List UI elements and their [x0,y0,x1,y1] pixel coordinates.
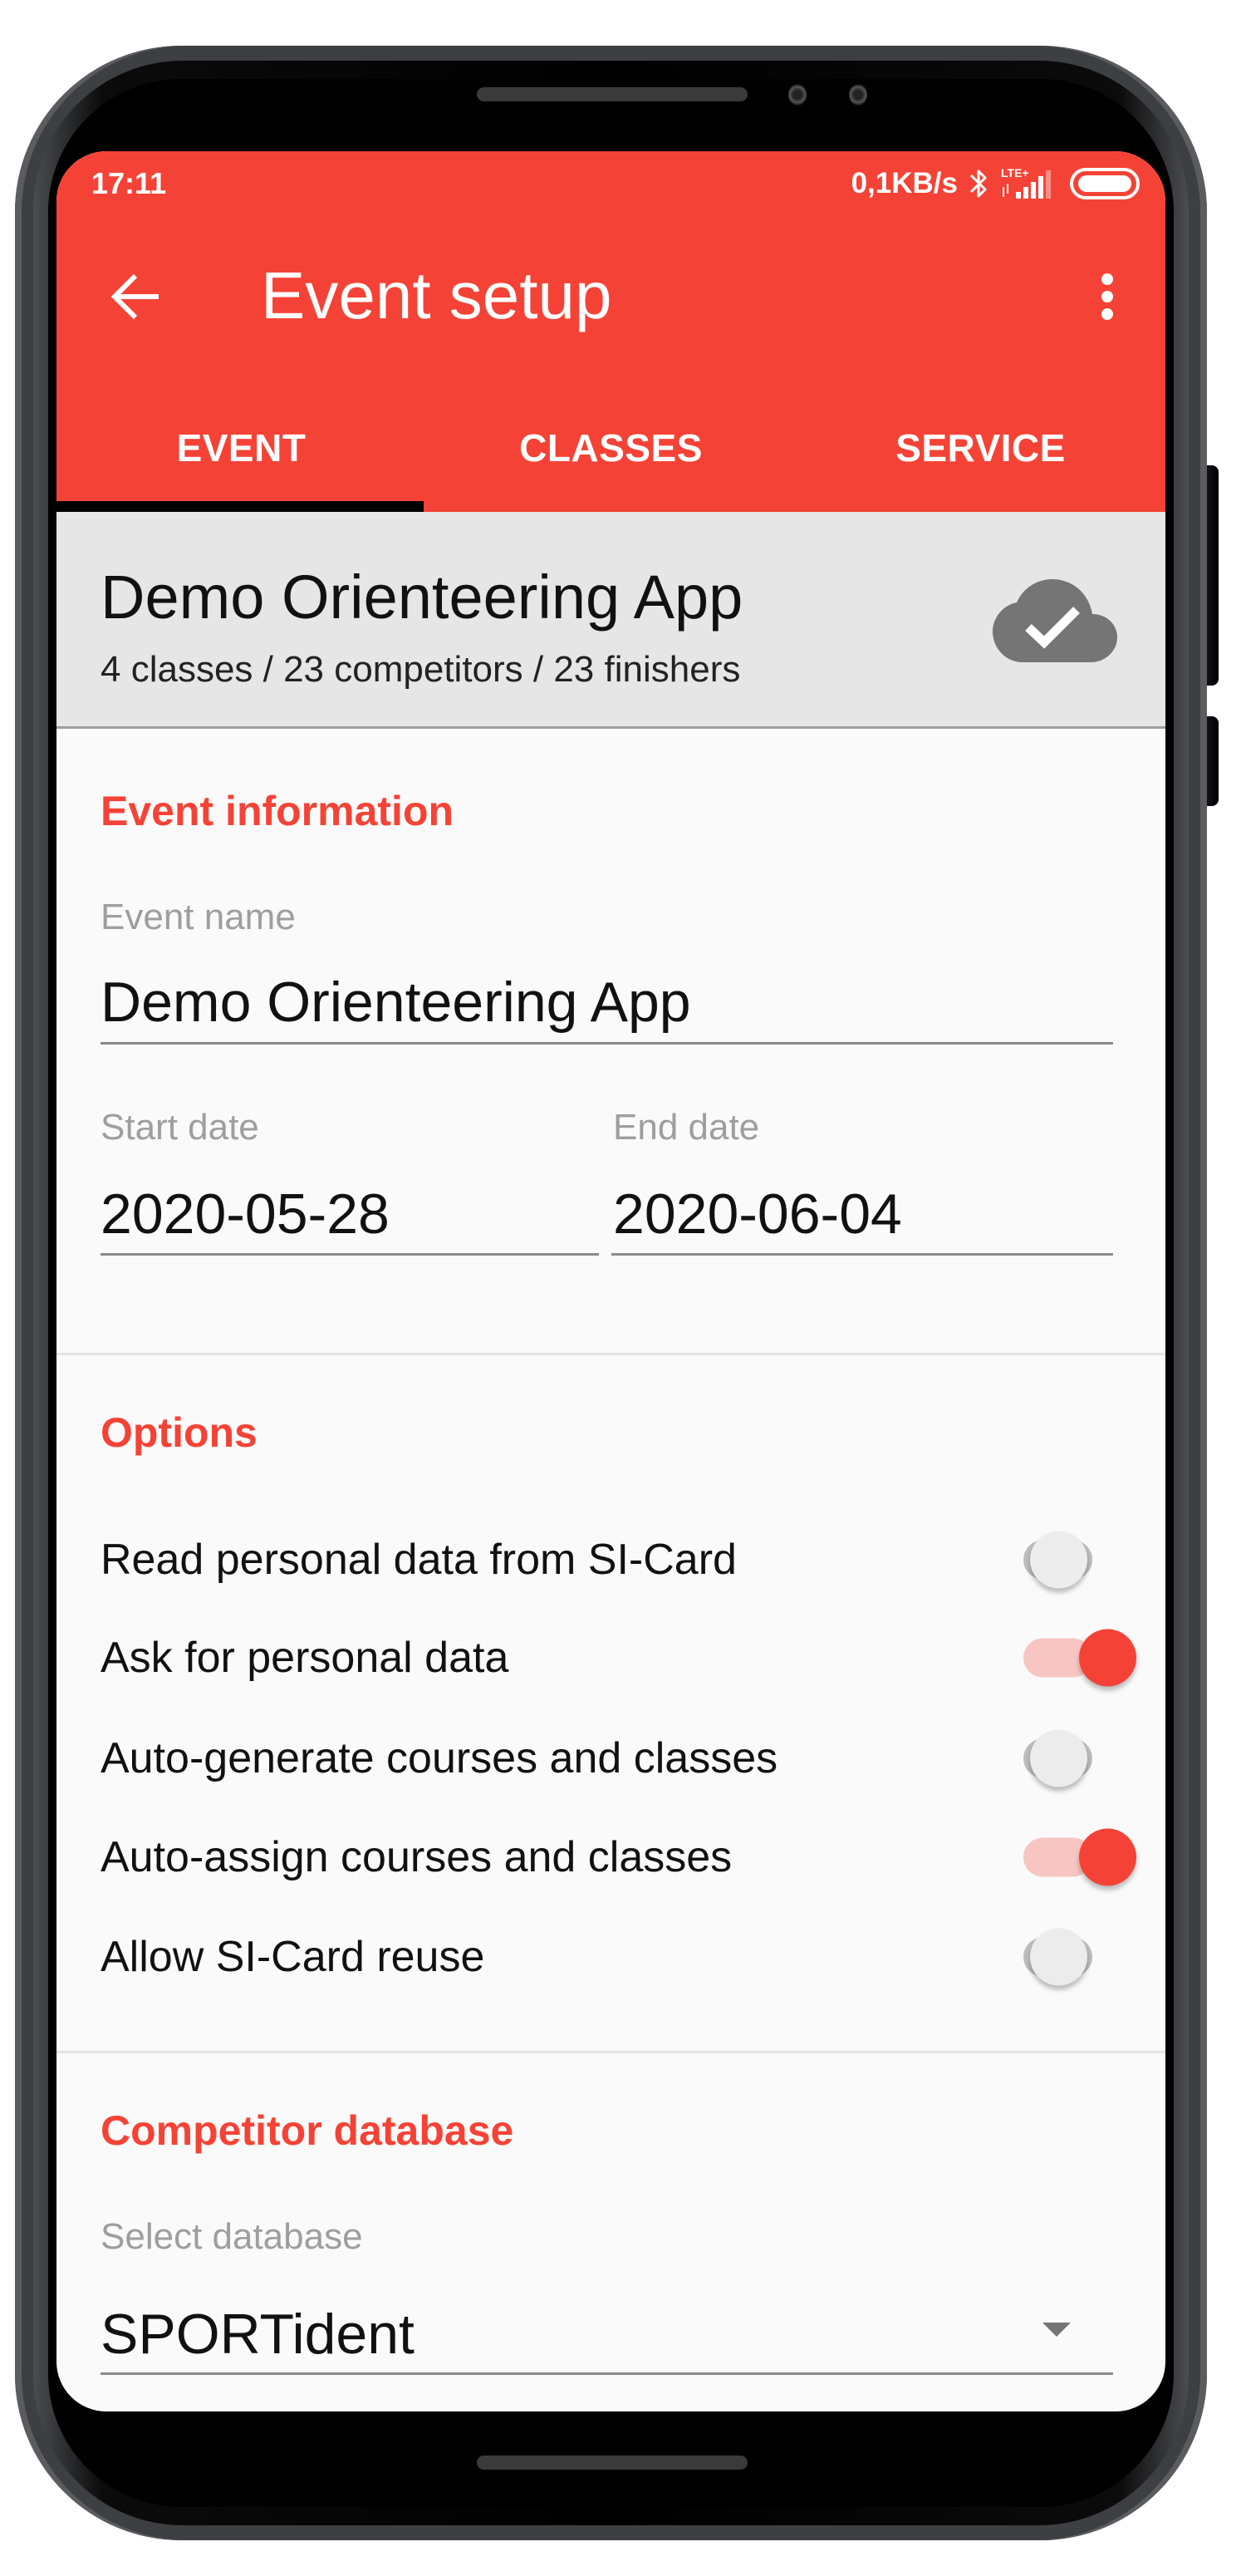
event-card-summary: 4 classes / 23 competitors / 23 finisher… [101,649,741,690]
overflow-menu-button[interactable] [1082,259,1132,334]
option-row-allow-card-reuse: Allow SI-Card reuse [56,1908,1165,2006]
volume-button [1207,465,1219,686]
front-sensor [849,84,867,106]
option-label: Read personal data from SI-Card [101,1536,737,1584]
option-label: Ask for personal data [101,1634,509,1682]
tab-service[interactable]: SERVICE [796,401,1165,512]
switch-thumb [1030,1928,1087,1986]
toggle-allow-card-reuse[interactable] [1023,1928,1092,1986]
event-name-underline [101,1042,1113,1045]
tab-classes[interactable]: CLASSES [426,401,796,512]
section-divider [56,1353,1165,1355]
switch-thumb [1030,1729,1087,1787]
switch-thumb [1079,1629,1136,1687]
phone-screen: 17:11 0,1KB/s LTE+ Event setup EVENT CLA… [56,151,1165,2411]
section-header-event-information: Event information [101,788,454,834]
option-label: Auto-assign courses and classes [101,1833,733,1881]
toggle-ask-personal-data[interactable] [1023,1629,1136,1687]
toggle-auto-assign[interactable] [1023,1828,1136,1886]
status-icons: 0,1KB/s LTE+ [851,165,1141,203]
option-row-auto-assign: Auto-assign courses and classes [56,1808,1165,1906]
switch-thumb [1030,1531,1087,1589]
more-vert-icon-dot [1101,308,1113,320]
status-time: 17:11 [91,166,167,200]
event-card-title: Demo Orienteering App [101,563,743,632]
option-row-read-personal-data: Read personal data from SI-Card [56,1511,1165,1609]
earpiece-speaker [477,87,748,101]
section-header-options: Options [101,1409,258,1456]
back-button[interactable] [98,259,173,334]
lte-plus-signal-icon: LTE+ [1001,166,1051,199]
event-name-label: Event name [101,897,296,937]
battery-icon [1070,168,1140,199]
toggle-read-personal-data[interactable] [1023,1531,1092,1589]
end-date-underline [611,1253,1113,1256]
start-date-input[interactable]: 2020-05-28 [101,1182,390,1246]
option-row-auto-generate: Auto-generate courses and classes [56,1709,1165,1807]
section-header-competitor-database: Competitor database [101,2107,514,2154]
dropdown-arrow-icon[interactable] [1042,2323,1071,2337]
start-date-label: Start date [101,1107,259,1148]
option-label: Allow SI-Card reuse [101,1933,485,1981]
database-select[interactable]: SPORTident [101,2302,415,2367]
more-vert-icon-dot [1101,291,1113,302]
database-select-underline [101,2372,1113,2375]
event-name-input[interactable]: Demo Orienteering App [101,970,691,1035]
bottom-speaker [477,2456,748,2470]
cloud-done-icon[interactable] [993,579,1117,662]
power-button [1207,716,1219,806]
option-label: Auto-generate courses and classes [101,1734,778,1782]
page-title: Event setup [261,258,612,332]
svg-text:LTE+: LTE+ [1001,166,1029,179]
end-date-input[interactable]: 2020-06-04 [613,1182,902,1246]
option-row-ask-personal-data: Ask for personal data [56,1609,1165,1707]
section-divider [56,2051,1165,2053]
front-camera [788,84,807,106]
tab-indicator [56,501,424,512]
select-database-label: Select database [101,2216,363,2257]
start-date-underline [101,1253,599,1256]
tab-event[interactable]: EVENT [56,401,426,512]
event-summary-card: Demo Orienteering App 4 classes / 23 com… [56,512,1165,729]
network-speed: 0,1KB/s [851,167,958,199]
tab-bar: EVENT CLASSES SERVICE [56,401,1165,512]
switch-thumb [1079,1828,1136,1886]
toggle-auto-generate[interactable] [1023,1729,1092,1787]
end-date-label: End date [613,1107,760,1148]
more-vert-icon [1101,273,1113,285]
bluetooth-icon [969,170,987,198]
arrow-left-icon [110,273,159,320]
app-bar: 17:11 0,1KB/s LTE+ Event setup EVENT CLA… [56,151,1165,512]
